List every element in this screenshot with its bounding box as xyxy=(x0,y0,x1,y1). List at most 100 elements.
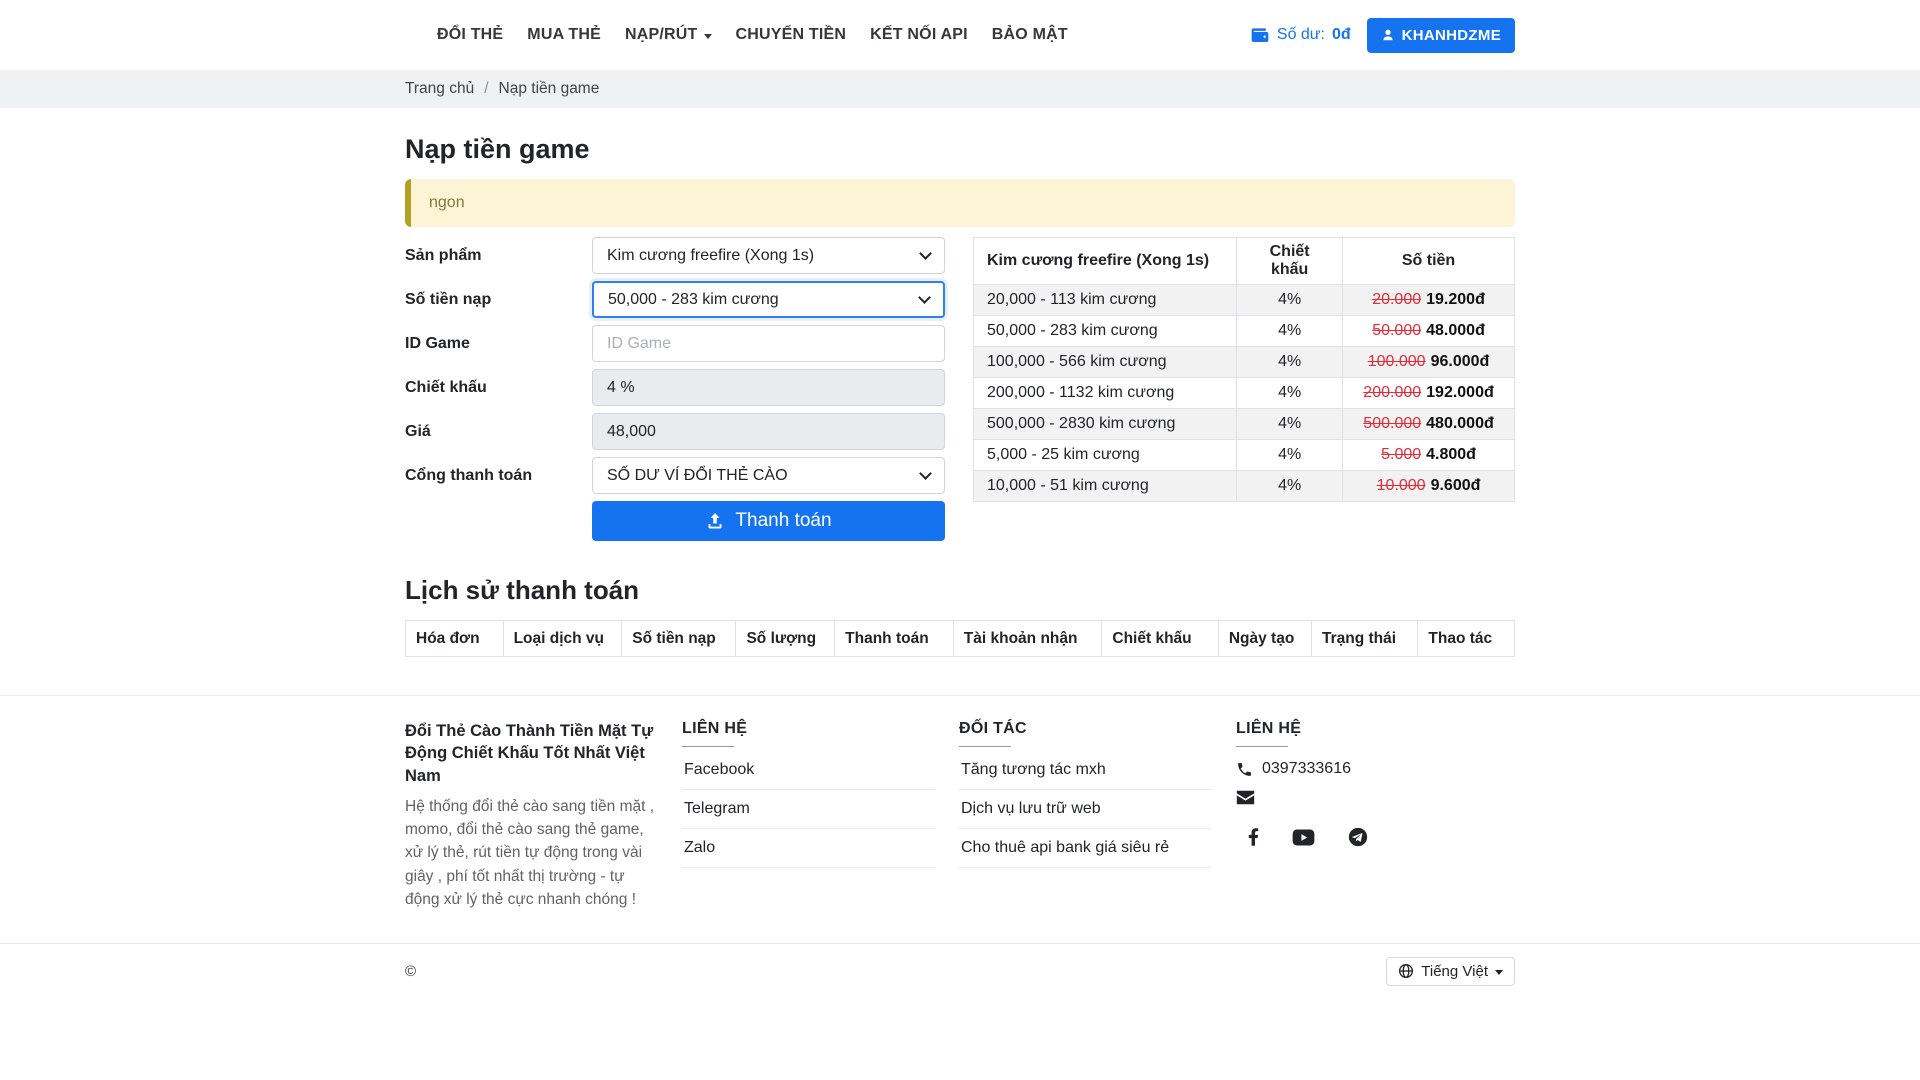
footer-link-zalo[interactable]: Zalo xyxy=(682,829,935,868)
pay-button[interactable]: Thanh toán xyxy=(592,501,945,541)
copyright: © xyxy=(405,963,416,980)
history-header-date: Ngày tạo xyxy=(1218,621,1311,657)
nav-item-ket-noi-api[interactable]: KẾT NỐI API xyxy=(870,26,968,44)
row-name: 200,000 - 1132 kim cương xyxy=(974,378,1237,409)
row-discount: 4% xyxy=(1237,316,1343,347)
history-title: Lịch sử thanh toán xyxy=(405,575,1515,606)
old-price: 5.000 xyxy=(1381,446,1421,463)
old-price: 50.000 xyxy=(1372,322,1421,339)
pay-button-label: Thanh toán xyxy=(735,510,831,532)
id-game-input[interactable] xyxy=(592,325,945,362)
footer-link-api-bank[interactable]: Cho thuê api bank giá siêu rẻ xyxy=(959,829,1212,868)
email-icon[interactable] xyxy=(1236,790,1255,805)
price-table-header-discount: Chiết khấu xyxy=(1237,238,1343,285)
new-price: 96.000đ xyxy=(1431,353,1490,370)
footer-link-telegram[interactable]: Telegram xyxy=(682,790,935,829)
nav-item-mua-the[interactable]: MUA THẺ xyxy=(527,26,601,44)
footer-contact-heading: LIÊN HỆ xyxy=(682,720,935,746)
phone-icon xyxy=(1236,761,1253,778)
history-header-account: Tài khoản nhận xyxy=(953,621,1102,657)
row-price: 50.00048.000đ xyxy=(1343,316,1515,347)
history-header-service: Loại dịch vụ xyxy=(503,621,622,657)
footer-about-title: Đổi Thẻ Cào Thành Tiền Mặt Tự Động Chiết… xyxy=(405,720,658,787)
row-name: 5,000 - 25 kim cương xyxy=(974,440,1237,471)
footer-partners-heading: ĐỐI TÁC xyxy=(959,720,1212,746)
product-select-value: Kim cương freefire (Xong 1s) xyxy=(607,247,814,265)
gateway-select-value: SỐ DƯ VÍ ĐỔI THẺ CÀO xyxy=(607,467,788,485)
nav-item-chuyen-tien[interactable]: CHUYỂN TIỀN xyxy=(736,26,847,44)
breadcrumb-home-link[interactable]: Trang chủ xyxy=(405,80,474,98)
table-row: 500,000 - 2830 kim cương 4% 500.000480.0… xyxy=(974,409,1515,440)
telegram-icon[interactable] xyxy=(1348,827,1368,847)
history-header-status: Trạng thái xyxy=(1311,621,1417,657)
nav-item-doi-the[interactable]: ĐỔI THẺ xyxy=(437,26,503,44)
row-price: 20.00019.200đ xyxy=(1343,285,1515,316)
row-name: 20,000 - 113 kim cương xyxy=(974,285,1237,316)
amount-select[interactable]: 50,000 - 283 kim cương xyxy=(592,281,945,318)
balance-value: 0đ xyxy=(1332,26,1351,44)
footer-about-text: Hệ thống đổi thẻ cào sang tiền mặt , mom… xyxy=(405,795,658,911)
history-header-action: Thao tác xyxy=(1418,621,1515,657)
row-price: 200.000192.000đ xyxy=(1343,378,1515,409)
row-price: 100.000 96.000đ xyxy=(1343,347,1515,378)
globe-icon xyxy=(1398,963,1414,979)
wallet-icon xyxy=(1250,25,1270,45)
row-discount: 4% xyxy=(1237,440,1343,471)
language-selector[interactable]: Tiếng Việt xyxy=(1386,957,1515,986)
gateway-label: Cổng thanh toán xyxy=(405,467,592,485)
row-discount: 4% xyxy=(1237,378,1343,409)
wallet-balance[interactable]: Số dư: 0đ xyxy=(1250,25,1351,45)
top-navbar: ĐỔI THẺ MUA THẺ NẠP/RÚT CHUYỂN TIỀN KẾT … xyxy=(0,0,1920,70)
chevron-down-icon xyxy=(919,247,932,260)
chevron-down-icon xyxy=(918,291,931,304)
facebook-icon[interactable] xyxy=(1248,827,1259,847)
row-discount: 4% xyxy=(1237,409,1343,440)
row-price: 10.0009.600đ xyxy=(1343,471,1515,502)
old-price: 10.000 xyxy=(1377,477,1426,494)
chevron-down-icon xyxy=(1495,970,1503,975)
table-row: 200,000 - 1132 kim cương 4% 200.000192.0… xyxy=(974,378,1515,409)
history-table: Hóa đơn Loại dịch vụ Số tiền nạp Số lượn… xyxy=(405,620,1515,657)
price-table-header-amount: Số tiền xyxy=(1343,238,1515,285)
nav-item-bao-mat[interactable]: BẢO MẬT xyxy=(992,26,1068,44)
chevron-down-icon xyxy=(704,34,712,39)
amount-label: Số tiền nạp xyxy=(405,291,592,309)
footer-partners: ĐỐI TÁC Tăng tương tác mxh Dịch vụ lưu t… xyxy=(959,720,1236,911)
row-discount: 4% xyxy=(1237,285,1343,316)
row-name: 10,000 - 51 kim cương xyxy=(974,471,1237,502)
footer-link-hosting[interactable]: Dịch vụ lưu trữ web xyxy=(959,790,1212,829)
table-row: 10,000 - 51 kim cương 4% 10.0009.600đ xyxy=(974,471,1515,502)
amount-select-value: 50,000 - 283 kim cương xyxy=(608,291,779,309)
footer-link-facebook[interactable]: Facebook xyxy=(682,751,935,790)
user-icon xyxy=(1381,28,1395,42)
discount-label: Chiết khấu xyxy=(405,379,592,397)
history-header-invoice: Hóa đơn xyxy=(406,621,504,657)
row-name: 100,000 - 566 kim cương xyxy=(974,347,1237,378)
product-label: Sản phẩm xyxy=(405,247,592,265)
gateway-select[interactable]: SỐ DƯ VÍ ĐỔI THẺ CÀO xyxy=(592,457,945,494)
history-header-quantity: Số lượng xyxy=(736,621,835,657)
footer-link-mxh[interactable]: Tăng tương tác mxh xyxy=(959,751,1212,790)
footer-contact-links: LIÊN HỆ Facebook Telegram Zalo xyxy=(682,720,959,911)
discount-input xyxy=(592,369,945,406)
breadcrumb-separator: / xyxy=(484,80,488,98)
breadcrumb-bar: Trang chủ / Nạp tiền game xyxy=(0,70,1920,108)
nav-item-nap-rut-label: NẠP/RÚT xyxy=(625,26,698,44)
history-header-discount: Chiết khấu xyxy=(1102,621,1218,657)
balance-label: Số dư: xyxy=(1277,26,1325,44)
notice-alert-text: ngon xyxy=(429,194,465,212)
upload-icon xyxy=(705,511,725,531)
user-account-button[interactable]: KHANHDZME xyxy=(1367,18,1515,53)
footer-contact2-heading: LIÊN HỆ xyxy=(1236,720,1489,746)
footer-contact-info: LIÊN HỆ 0397333616 xyxy=(1236,720,1513,911)
phone-number[interactable]: 0397333616 xyxy=(1262,760,1351,778)
chevron-down-icon xyxy=(919,467,932,480)
price-label: Giá xyxy=(405,423,592,441)
youtube-icon[interactable] xyxy=(1292,829,1315,846)
old-price: 100.000 xyxy=(1368,353,1426,370)
nav-item-nap-rut[interactable]: NẠP/RÚT xyxy=(625,26,712,44)
history-header-amount: Số tiền nạp xyxy=(622,621,736,657)
old-price: 500.000 xyxy=(1363,415,1421,432)
product-select[interactable]: Kim cương freefire (Xong 1s) xyxy=(592,237,945,274)
heading-underline xyxy=(959,746,1011,747)
